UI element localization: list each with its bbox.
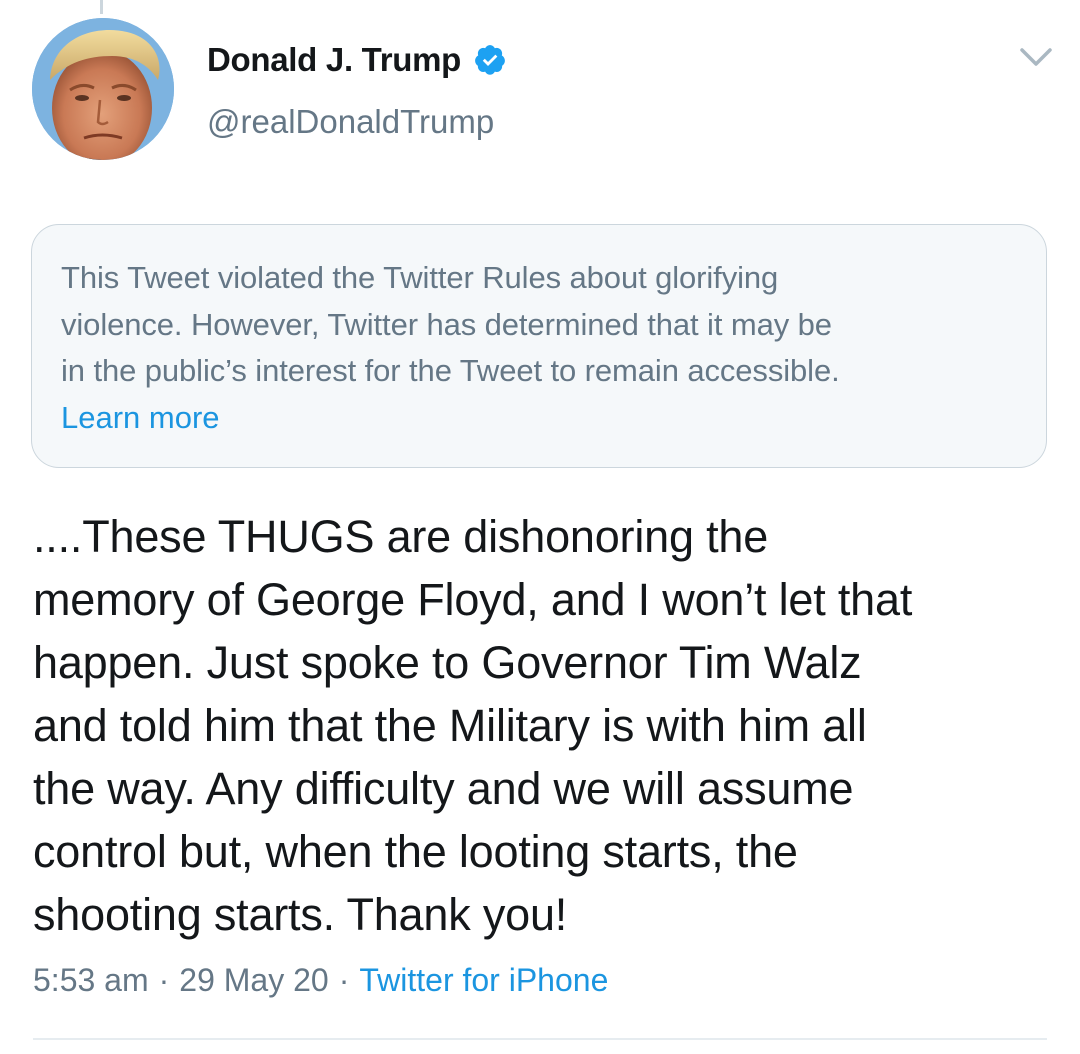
author-name-row[interactable]: Donald J. Trump: [207, 40, 507, 80]
thread-connector-line: [100, 0, 103, 14]
verified-badge-icon: [473, 43, 507, 77]
meta-separator: ·: [338, 962, 350, 998]
tweet-source-link[interactable]: Twitter for iPhone: [359, 962, 608, 999]
chevron-down-icon[interactable]: [1016, 40, 1056, 76]
divider: [33, 1038, 1047, 1040]
display-name[interactable]: Donald J. Trump: [207, 41, 461, 79]
user-handle[interactable]: @realDonaldTrump: [207, 103, 494, 141]
tweet-date[interactable]: 29 May 20: [179, 962, 328, 999]
tweet-time[interactable]: 5:53 am: [33, 962, 149, 999]
meta-separator: ·: [158, 962, 170, 998]
learn-more-link[interactable]: Learn more: [61, 395, 220, 442]
tweet-body-text: ....These THUGS are dishonoring the memo…: [33, 511, 913, 940]
profile-photo: [32, 18, 174, 160]
notice-text: This Tweet violated the Twitter Rules ab…: [61, 260, 840, 388]
avatar[interactable]: [32, 18, 174, 160]
tweet-metadata: 5:53 am · 29 May 20 · Twitter for iPhone: [33, 962, 608, 999]
rules-violation-notice: This Tweet violated the Twitter Rules ab…: [31, 224, 1047, 468]
